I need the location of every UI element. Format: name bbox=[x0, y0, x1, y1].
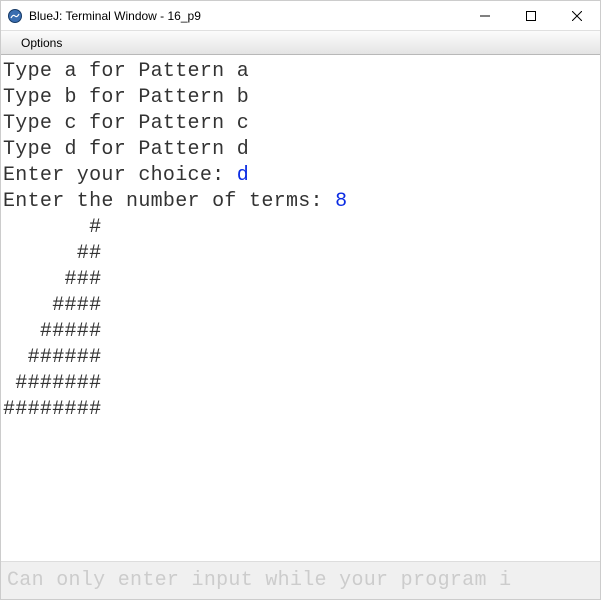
terminal-line: ######## bbox=[3, 397, 598, 423]
output-text: ##### bbox=[3, 320, 101, 343]
window-controls bbox=[462, 1, 600, 30]
terminal-line: Type b for Pattern b bbox=[3, 85, 598, 111]
terminal-output: Type a for Pattern a Type b for Pattern b… bbox=[1, 55, 600, 550]
output-text: Enter your choice: bbox=[3, 164, 237, 187]
output-text: Type d for Pattern d bbox=[3, 138, 249, 161]
output-text: ## bbox=[3, 242, 101, 265]
menu-options[interactable]: Options bbox=[15, 34, 68, 52]
titlebar: BlueJ: Terminal Window - 16_p9 bbox=[1, 1, 600, 31]
close-button[interactable] bbox=[554, 1, 600, 30]
terminal-line: ### bbox=[3, 267, 598, 293]
output-text: Type c for Pattern c bbox=[3, 112, 249, 135]
output-text: # bbox=[3, 216, 101, 239]
output-text: ####### bbox=[3, 372, 101, 395]
output-text: Type b for Pattern b bbox=[3, 86, 249, 109]
output-text: ###### bbox=[3, 346, 101, 369]
terminal-line: #### bbox=[3, 293, 598, 319]
maximize-button[interactable] bbox=[508, 1, 554, 30]
input-placeholder: Can only enter input while your program … bbox=[7, 569, 511, 592]
user-input-text: 8 bbox=[335, 190, 347, 213]
output-text: Enter the number of terms: bbox=[3, 190, 335, 213]
bluej-app-icon bbox=[7, 8, 23, 24]
minimize-button[interactable] bbox=[462, 1, 508, 30]
window-title: BlueJ: Terminal Window - 16_p9 bbox=[29, 9, 462, 23]
output-text: #### bbox=[3, 294, 101, 317]
terminal-line: Enter your choice: d bbox=[3, 163, 598, 189]
output-text: ######## bbox=[3, 398, 101, 421]
terminal-line: # bbox=[3, 215, 598, 241]
terminal-line: ####### bbox=[3, 371, 598, 397]
terminal-line: ###### bbox=[3, 345, 598, 371]
terminal-line: ## bbox=[3, 241, 598, 267]
terminal-line: Type c for Pattern c bbox=[3, 111, 598, 137]
terminal-line: ##### bbox=[3, 319, 598, 345]
output-text: ### bbox=[3, 268, 101, 291]
terminal-line: Type d for Pattern d bbox=[3, 137, 598, 163]
output-text: Type a for Pattern a bbox=[3, 60, 249, 83]
terminal-line: Type a for Pattern a bbox=[3, 59, 598, 85]
terminal-line: Enter the number of terms: 8 bbox=[3, 189, 598, 215]
user-input-text: d bbox=[237, 164, 249, 187]
terminal-input-field[interactable]: Can only enter input while your program … bbox=[1, 561, 600, 599]
menubar: Options bbox=[1, 31, 600, 55]
